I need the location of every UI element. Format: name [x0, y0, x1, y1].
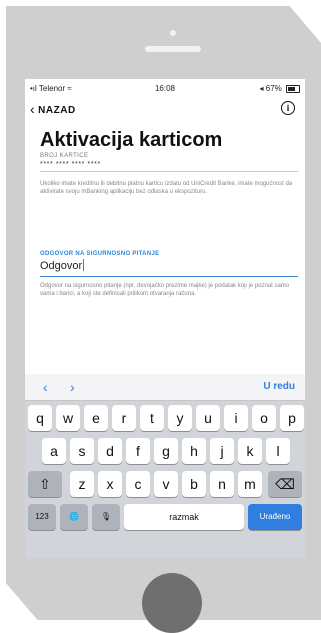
key-d[interactable]: d	[98, 438, 122, 464]
keyboard: ‹ › U redu q w e r t y u i o p a s d f g…	[25, 374, 305, 559]
key-h[interactable]: h	[182, 438, 206, 464]
key-m[interactable]: m	[238, 471, 262, 497]
numbers-key[interactable]: 123	[28, 504, 56, 530]
key-p[interactable]: p	[280, 405, 304, 431]
key-r[interactable]: r	[112, 405, 136, 431]
space-key[interactable]: razmak	[124, 504, 244, 530]
keyboard-accessory-bar: ‹ › U redu	[25, 374, 305, 401]
done-button[interactable]: U redu	[263, 381, 295, 392]
info-icon[interactable]: i	[281, 101, 295, 115]
location-icon: ◂	[259, 84, 264, 93]
text-caret	[83, 259, 85, 271]
delete-key[interactable]: ⌫	[268, 471, 302, 497]
key-x[interactable]: x	[98, 471, 122, 497]
card-number-underline	[40, 171, 298, 172]
key-f[interactable]: f	[126, 438, 150, 464]
battery-status: ◂ 67%	[259, 84, 300, 93]
key-t[interactable]: t	[140, 405, 164, 431]
security-answer-label: ODGOVOR NA SIGURNOSNO PITANJE	[40, 251, 160, 257]
key-e[interactable]: e	[84, 405, 108, 431]
security-answer-underline	[40, 276, 298, 277]
navigation-bar: ‹ NAZAD i	[25, 99, 305, 121]
key-y[interactable]: y	[168, 405, 192, 431]
battery-percent: 67%	[265, 84, 282, 93]
answer-help-text: Odgovor na sigurnosno pitanje (npr. devo…	[40, 283, 290, 297]
key-c[interactable]: c	[126, 471, 150, 497]
chevron-left-icon: ‹	[30, 101, 36, 117]
back-button[interactable]: ‹ NAZAD	[30, 101, 76, 117]
front-camera	[170, 30, 176, 36]
key-a[interactable]: a	[42, 438, 66, 464]
phone-screen: •ıl Telenor ≈ 16:08 ◂ 67% ‹ NAZAD i Aktiv…	[25, 79, 305, 559]
page-title: Aktivacija karticom	[40, 129, 223, 151]
earpiece-speaker	[145, 46, 201, 52]
key-k[interactable]: k	[238, 438, 262, 464]
card-help-text: Ukoliko imate kreditnu ili debitnu platn…	[40, 181, 293, 195]
status-bar: •ıl Telenor ≈ 16:08 ◂ 67%	[25, 79, 305, 97]
microphone-key[interactable]: 🎙	[92, 504, 120, 530]
card-number-field[interactable]: **** **** **** ****	[40, 161, 101, 168]
next-field-button[interactable]: ›	[70, 379, 75, 395]
key-o[interactable]: o	[252, 405, 276, 431]
return-key[interactable]: Urađeno	[248, 504, 302, 530]
battery-icon	[286, 84, 300, 93]
key-g[interactable]: g	[154, 438, 178, 464]
shift-key[interactable]: ⇧	[28, 471, 62, 497]
key-j[interactable]: j	[210, 438, 234, 464]
key-u[interactable]: u	[196, 405, 220, 431]
previous-field-button[interactable]: ‹	[43, 379, 48, 395]
home-button[interactable]	[142, 573, 202, 633]
key-z[interactable]: z	[70, 471, 94, 497]
key-n[interactable]: n	[210, 471, 234, 497]
key-s[interactable]: s	[70, 438, 94, 464]
key-v[interactable]: v	[154, 471, 178, 497]
key-b[interactable]: b	[182, 471, 206, 497]
card-number-label: BROJ KARTICE	[40, 153, 89, 159]
key-w[interactable]: w	[56, 405, 80, 431]
key-i[interactable]: i	[224, 405, 248, 431]
security-answer-field[interactable]: Odgovor	[40, 259, 85, 272]
back-label: NAZAD	[38, 105, 76, 116]
globe-key[interactable]: 🌐	[60, 504, 88, 530]
key-l[interactable]: l	[266, 438, 290, 464]
security-answer-value: Odgovor	[40, 260, 83, 272]
key-q[interactable]: q	[28, 405, 52, 431]
